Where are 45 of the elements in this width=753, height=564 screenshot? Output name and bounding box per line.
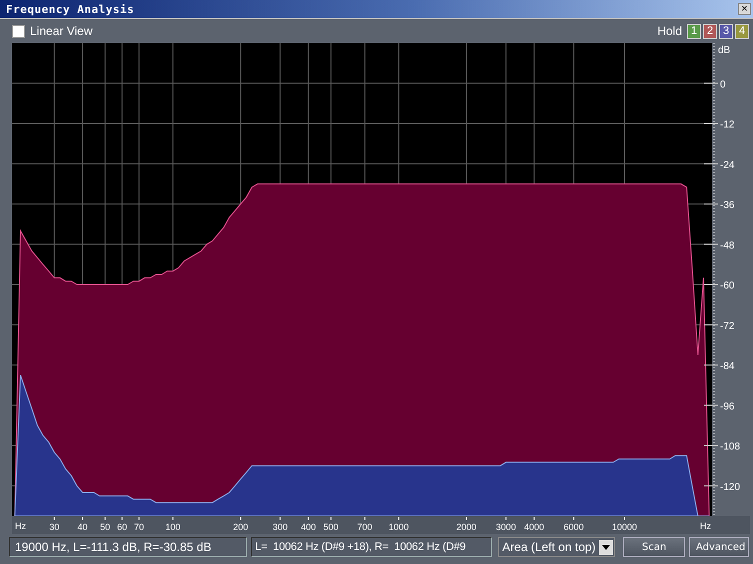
- axis-label: Hz: [15, 521, 26, 531]
- axis-tick-label: 500: [323, 522, 338, 532]
- close-button[interactable]: ×: [738, 3, 751, 15]
- advanced-button[interactable]: Advanced: [688, 537, 749, 557]
- axis-tick-label: 1000: [388, 522, 409, 532]
- axis-label: dB: [718, 45, 730, 56]
- hold-slot-button[interactable]: 1: [687, 24, 701, 38]
- axis-tick-label: 2000: [456, 522, 476, 532]
- axis-tick-label: -72: [720, 320, 734, 332]
- axis-tick-label: -48: [720, 240, 734, 252]
- axis-tick-label: 70: [134, 522, 144, 532]
- axis-tick-label: 400: [300, 522, 316, 532]
- axis-tick-label: -12: [720, 120, 734, 130]
- axis-tick-label: 3000: [496, 522, 516, 532]
- hold-label: Hold: [657, 24, 682, 38]
- axis-tick-label: 300: [272, 522, 288, 532]
- axis-tick-label: -96: [720, 401, 734, 412]
- axis-tick-label: 6000: [564, 522, 584, 532]
- axis-tick-label: -36: [720, 200, 734, 212]
- dropdown-arrow-icon: [602, 544, 610, 550]
- view-mode-dropdown[interactable]: Area (Left on top): [498, 537, 616, 557]
- linear-view-checkbox[interactable]: Linear View: [12, 24, 92, 38]
- axis-tick-label: 0: [720, 79, 726, 90]
- axis-tick-label: 4000: [524, 522, 544, 532]
- axis-tick-label: -60: [720, 280, 734, 292]
- hold-slot-button[interactable]: 4: [735, 24, 749, 38]
- axis-tick-label: 40: [78, 522, 88, 532]
- peak-readout: L= 10062 Hz (D#9 +18), R= 10062 Hz (D#9: [251, 537, 492, 557]
- axis-tick-label: 30: [49, 522, 60, 532]
- window-title: Frequency Analysis: [6, 2, 134, 16]
- hold-slot-button[interactable]: 3: [719, 24, 733, 38]
- axis-tick-label: -120: [720, 482, 740, 493]
- scan-button[interactable]: Scan: [623, 537, 685, 557]
- axis-tick-label: 100: [165, 522, 180, 532]
- axis-label: Hz: [700, 521, 711, 531]
- axis-tick-label: 10000: [612, 522, 638, 532]
- axis-tick-label: -84: [720, 361, 734, 372]
- axis-tick-label: 700: [357, 522, 372, 532]
- axis-tick-label: -108: [720, 442, 740, 453]
- axis-tick-label: 60: [117, 522, 128, 532]
- cursor-readout: 19000 Hz, L=-111.3 dB, R=-30.85 dB: [9, 537, 248, 557]
- axis-tick-label: 50: [100, 522, 110, 532]
- hold-slot-button[interactable]: 2: [703, 24, 717, 38]
- axis-tick-label: -24: [720, 160, 734, 171]
- axis-tick-label: 200: [233, 522, 248, 532]
